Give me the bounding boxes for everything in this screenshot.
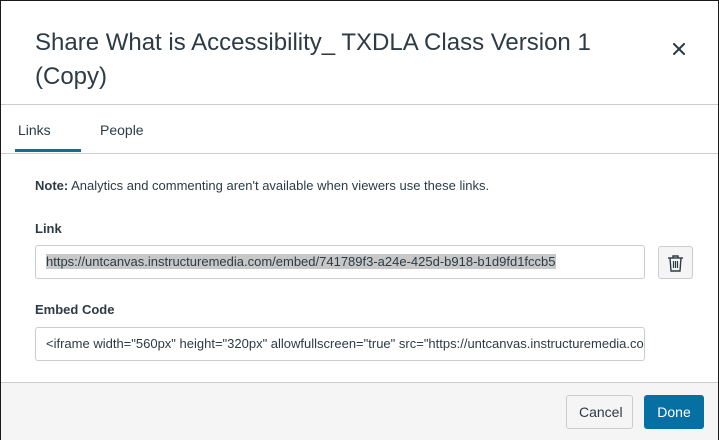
- done-button[interactable]: Done: [644, 395, 704, 429]
- share-dialog: Share What is Accessibility_ TXDLA Class…: [0, 0, 719, 440]
- embed-code-field[interactable]: <iframe width="560px" height="320px" all…: [35, 327, 645, 361]
- note-text: Analytics and commenting aren't availabl…: [68, 178, 490, 193]
- dialog-header: Share What is Accessibility_ TXDLA Class…: [1, 1, 718, 105]
- embed-code-value: <iframe width="560px" height="320px" all…: [46, 336, 644, 351]
- embed-code-label: Embed Code: [35, 302, 115, 317]
- delete-link-button[interactable]: [658, 246, 693, 279]
- links-panel: Note: Analytics and commenting aren't av…: [1, 154, 718, 382]
- link-value: https://untcanvas.instructuremedia.com/e…: [46, 254, 556, 269]
- dialog-footer: Cancel Done: [1, 382, 718, 440]
- tab-list: Links People: [1, 105, 718, 154]
- tab-people-label: People: [100, 122, 144, 138]
- analytics-note: Note: Analytics and commenting aren't av…: [35, 178, 489, 193]
- link-label: Link: [35, 221, 62, 236]
- tab-selected-indicator: [15, 149, 81, 152]
- close-icon: [673, 43, 685, 55]
- tab-links[interactable]: Links: [15, 105, 80, 152]
- tab-people[interactable]: People: [100, 105, 144, 152]
- dialog-title: Share What is Accessibility_ TXDLA Class…: [35, 29, 591, 90]
- trash-icon: [668, 255, 683, 272]
- cancel-button[interactable]: Cancel: [566, 395, 633, 429]
- link-field[interactable]: https://untcanvas.instructuremedia.com/e…: [35, 245, 645, 279]
- close-button[interactable]: [665, 35, 693, 63]
- note-prefix: Note:: [35, 178, 69, 193]
- tab-links-label: Links: [18, 122, 51, 138]
